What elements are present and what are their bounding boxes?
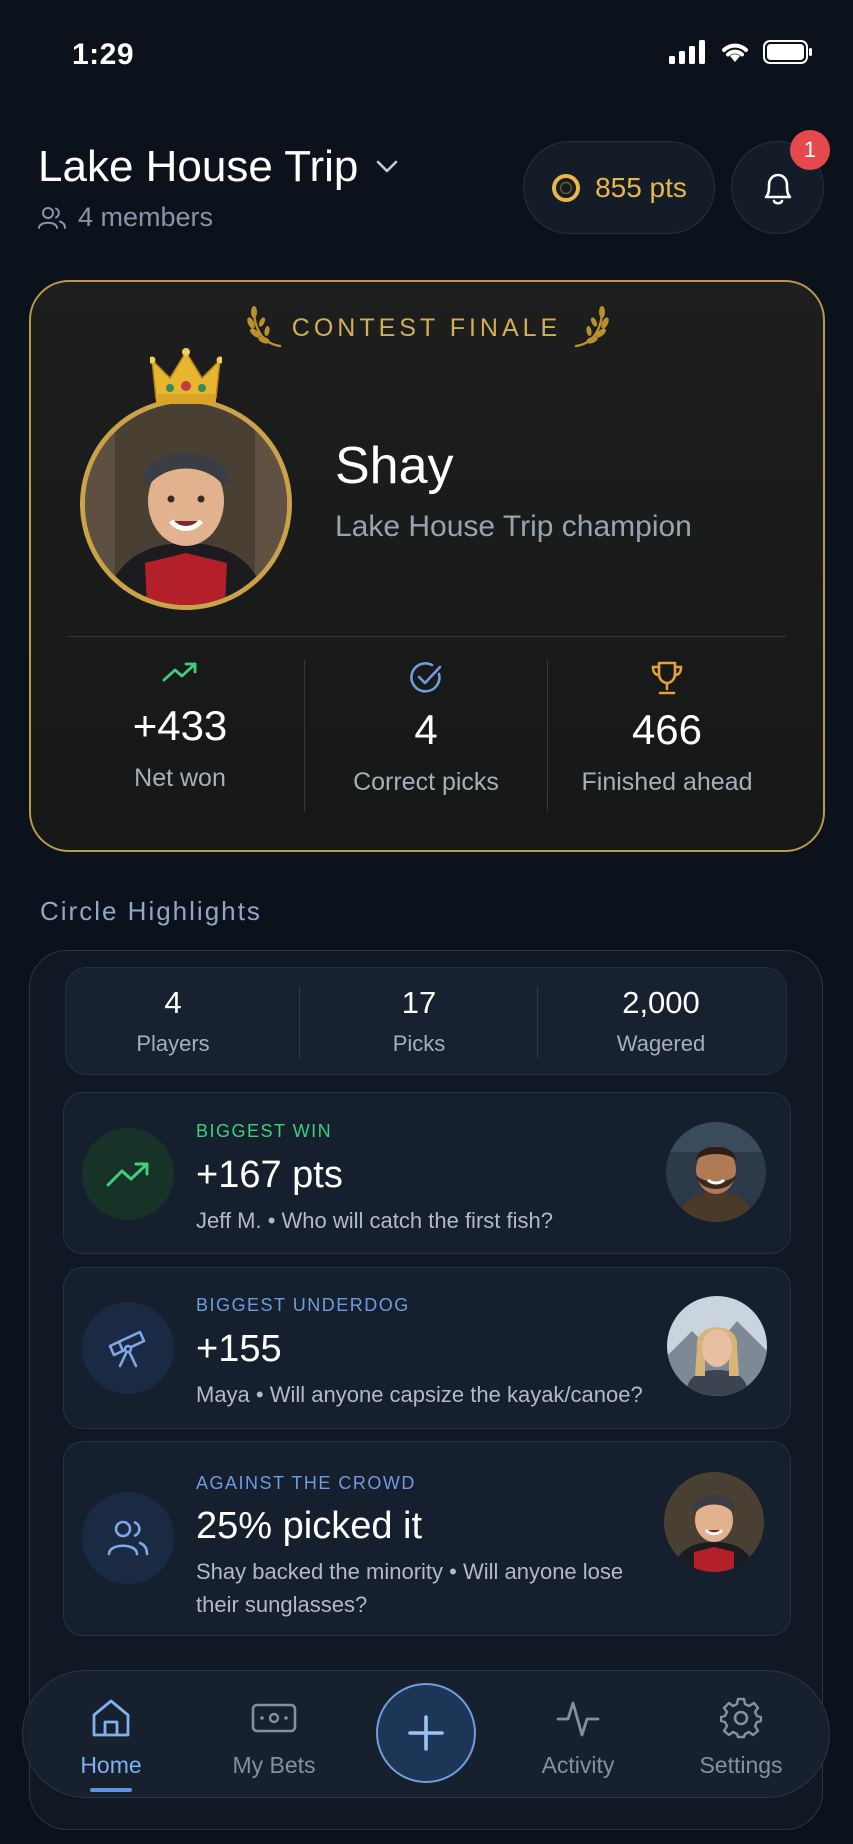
stat-label: Correct picks	[353, 768, 499, 796]
stat-value: 466	[631, 706, 703, 753]
stat-net-won: +433 Net won	[60, 660, 300, 793]
check-circle-icon	[410, 662, 442, 693]
divider	[537, 986, 538, 1058]
notification-badge: 1	[790, 130, 830, 170]
highlight-description: Shay backed the minority • Will anyone l…	[196, 1559, 624, 1617]
nav-home[interactable]: Home	[36, 1694, 186, 1779]
avatar-shay-small	[664, 1472, 764, 1572]
trophy-icon	[651, 661, 683, 695]
avatar-jeff	[666, 1122, 766, 1222]
trending-up-icon	[162, 662, 197, 682]
summary-players: 4 Players	[53, 985, 293, 1057]
nav-label: Home	[80, 1752, 142, 1778]
stat-value: 4	[414, 706, 438, 753]
avatar-shay	[85, 403, 287, 605]
champion-avatar[interactable]	[80, 398, 292, 610]
gear-icon	[720, 1697, 762, 1739]
wifi-icon	[722, 43, 748, 62]
cellular-signal-icon	[669, 40, 705, 64]
highlight-value: +155	[196, 1328, 282, 1370]
crown-icon	[150, 348, 222, 404]
members-label: 4 members	[78, 202, 214, 232]
summary-picks: 17 Picks	[299, 985, 539, 1057]
status-time: 1:29	[72, 38, 135, 71]
summary-label: Wagered	[616, 1031, 706, 1056]
highlight-kicker: BIGGEST UNDERDOG	[196, 1295, 410, 1315]
summary-label: Picks	[392, 1031, 446, 1056]
divider	[304, 660, 305, 812]
coin-icon	[552, 173, 581, 202]
avatar-image	[664, 1472, 764, 1572]
nav-label: My Bets	[232, 1752, 316, 1778]
add-bet-button[interactable]	[376, 1683, 476, 1783]
highlight-kicker: BIGGEST WIN	[196, 1121, 333, 1141]
circle-switcher[interactable]: Lake House Trip	[38, 142, 398, 192]
status-icons	[669, 40, 813, 64]
section-title: Circle Highlights	[40, 896, 262, 926]
battery-icon	[763, 40, 812, 64]
nav-active-indicator	[90, 1788, 132, 1792]
highlight-kicker: AGAINST THE CROWD	[196, 1473, 416, 1493]
summary-label: Players	[136, 1031, 210, 1056]
telescope-icon	[108, 1330, 146, 1368]
activity-icon	[556, 1701, 600, 1737]
stat-label: Finished ahead	[581, 768, 753, 796]
bell-icon	[764, 173, 791, 205]
stat-correct-picks: 4 Correct picks	[306, 660, 546, 797]
home-icon	[92, 1699, 130, 1737]
highlight-description: Jeff M. • Who will catch the first fish?	[196, 1208, 553, 1233]
nav-settings[interactable]: Settings	[666, 1694, 816, 1779]
avatar-maya	[667, 1296, 767, 1396]
summary-wagered: 2,000 Wagered	[541, 985, 781, 1057]
nav-my-bets[interactable]: My Bets	[199, 1694, 349, 1779]
trending-up-icon	[106, 1162, 149, 1187]
summary-value: 17	[401, 985, 437, 1020]
plus-icon	[408, 1715, 444, 1751]
highlight-description: Maya • Will anyone capsize the kayak/can…	[196, 1382, 643, 1407]
stat-value: +433	[132, 702, 228, 749]
stat-label: Net won	[134, 764, 226, 792]
summary-value: 4	[164, 985, 182, 1020]
points-balance-button[interactable]: 855 pts	[523, 141, 715, 234]
ticket-icon	[251, 1703, 297, 1733]
highlight-icon	[82, 1492, 174, 1584]
divider	[68, 636, 786, 637]
users-icon	[38, 206, 66, 229]
highlight-icon	[82, 1128, 174, 1220]
nav-label: Activity	[541, 1752, 615, 1778]
nav-label: Settings	[699, 1752, 783, 1778]
stat-finished-ahead: 466 Finished ahead	[547, 660, 787, 797]
nav-activity[interactable]: Activity	[503, 1694, 653, 1779]
chevron-down-icon	[377, 160, 398, 173]
users-icon	[107, 1520, 149, 1556]
members-count[interactable]: 4 members	[38, 202, 213, 233]
highlight-value: 25% picked it	[196, 1505, 423, 1547]
avatar-image	[667, 1296, 767, 1396]
highlight-value: +167 pts	[196, 1154, 343, 1196]
champion-name: Shay	[335, 437, 454, 495]
avatar-image	[666, 1122, 766, 1222]
points-label: 855 pts	[595, 171, 687, 203]
circle-name: Lake House Trip	[38, 142, 359, 191]
highlight-icon	[82, 1302, 174, 1394]
finale-title: CONTEST FINALE	[291, 314, 562, 342]
champion-subtitle: Lake House Trip champion	[335, 510, 692, 543]
summary-value: 2,000	[622, 985, 700, 1020]
